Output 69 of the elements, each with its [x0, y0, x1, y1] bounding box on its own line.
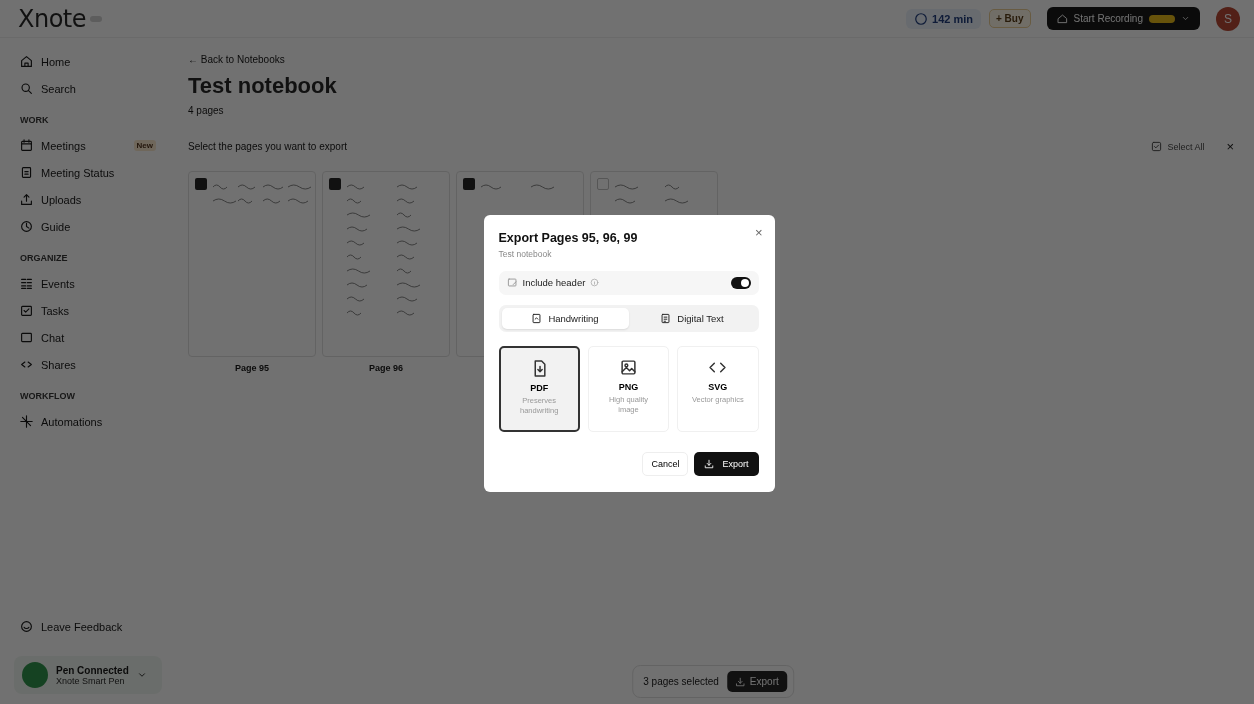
nav-item[interactable]: Automations [14, 408, 162, 435]
back-link[interactable]: ← Back to Notebooks [188, 54, 1240, 65]
pen-name: Xnote Smart Pen [56, 675, 126, 686]
page-label: Page 96 [369, 363, 403, 373]
pen-status: Pen Connected [56, 664, 129, 676]
nav-item[interactable]: Events [14, 270, 162, 297]
search-icon [20, 82, 33, 95]
nav-item[interactable]: Chat [14, 324, 162, 351]
mode-tab[interactable]: Handwriting [501, 307, 629, 329]
page-checkbox[interactable] [463, 178, 475, 190]
export-button[interactable]: Export [694, 451, 759, 476]
chat-icon [20, 331, 33, 344]
page-thumbnail[interactable] [322, 171, 450, 357]
sparkle-icon [20, 415, 33, 428]
instruction-text: Select the pages you want to export [188, 141, 347, 152]
select-icon [1151, 141, 1163, 152]
nav-item[interactable]: Home [14, 48, 162, 75]
dialog-title: Export Pages 95, 96, 99 [498, 230, 639, 245]
user-avatar[interactable]: S [1216, 6, 1240, 31]
section-label: WORKFLOW [19, 390, 76, 403]
header-icon [506, 277, 518, 288]
caret-icon [1181, 14, 1190, 23]
grid-icon [20, 277, 33, 290]
page-checkbox[interactable] [597, 178, 609, 190]
include-header-toggle[interactable] [730, 276, 751, 289]
nav-item[interactable]: Guide [14, 213, 162, 240]
nav-item[interactable]: Shares [14, 351, 162, 378]
nav-item[interactable]: Search [14, 75, 162, 102]
new-badge: New [133, 140, 156, 151]
info-icon [590, 278, 600, 287]
include-header-label: Include header [522, 277, 586, 288]
selection-count: 3 pages selected [643, 676, 719, 687]
section-label: WORK [19, 114, 50, 127]
page-checkbox[interactable] [329, 178, 341, 190]
nav-item[interactable]: Meeting Status [14, 159, 162, 186]
export-button[interactable]: Export [726, 671, 787, 692]
mode-tab[interactable]: Digital Text [628, 307, 756, 329]
handwriting-icon [531, 312, 543, 324]
upload-icon [20, 193, 33, 206]
nav-item[interactable]: Tasks [14, 297, 162, 324]
page-count: 4 pages [188, 105, 225, 116]
page-label: Page 95 [235, 363, 269, 373]
cancel-button[interactable]: Cancel [642, 451, 689, 476]
calendar-icon [20, 139, 33, 152]
home-icon [20, 55, 33, 68]
buy-button[interactable]: + Buy [989, 9, 1031, 28]
nav-item[interactable]: Meetings New [14, 132, 162, 159]
usage-badge: 142 min [906, 8, 981, 29]
page-checkbox[interactable] [195, 178, 207, 190]
start-recording-button[interactable]: Start Recording [1046, 7, 1200, 30]
close-button[interactable]: × [754, 224, 763, 240]
document-icon [660, 312, 672, 324]
page-thumbnail[interactable] [188, 171, 316, 357]
image-icon [620, 358, 637, 376]
clipboard-icon [20, 166, 33, 179]
caret-icon [136, 670, 147, 680]
select-all-button[interactable]: Select All [1145, 140, 1211, 153]
house-icon [1056, 13, 1068, 24]
page-title: Test notebook [188, 73, 338, 99]
download-icon [704, 458, 715, 469]
dialog-subtitle: Test notebook [498, 248, 553, 259]
checklist-icon [20, 304, 33, 317]
section-label: ORGANIZE [19, 252, 69, 265]
nav-item[interactable]: Uploads [14, 186, 162, 213]
download-icon [734, 676, 745, 687]
feedback-link[interactable]: Leave Feedback [14, 613, 162, 640]
feedback-icon [20, 620, 33, 633]
app-logo: Xnote [18, 4, 86, 33]
close-button[interactable]: × [1220, 138, 1240, 155]
